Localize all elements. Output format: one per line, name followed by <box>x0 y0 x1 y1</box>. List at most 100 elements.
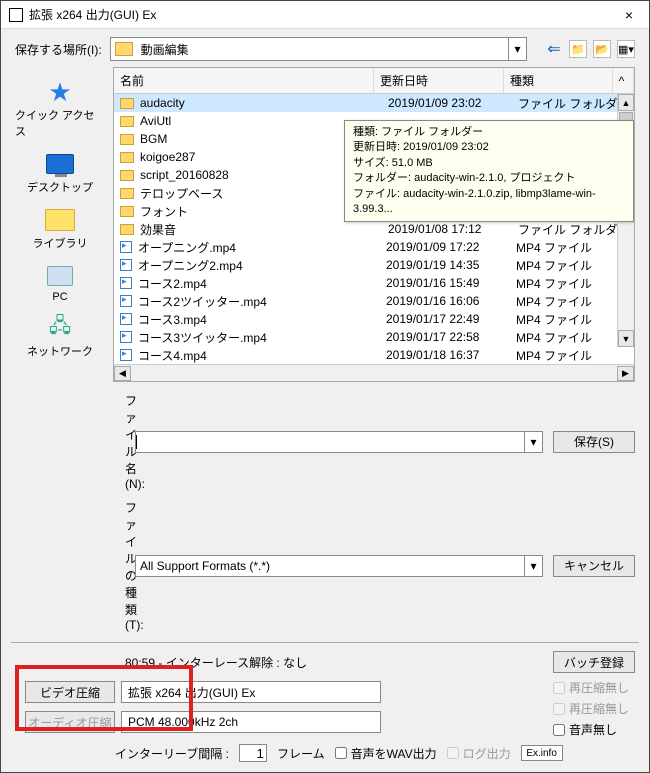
app-icon <box>9 8 23 22</box>
sidebar-desktop[interactable]: デスクトップ <box>15 147 105 199</box>
save-in-label: 保存する場所(I): <box>15 41 102 58</box>
filename-input[interactable]: ▾ <box>135 431 543 453</box>
scroll-down-button[interactable]: ▼ <box>618 330 634 347</box>
nav-icons: ⇐ 📁 📂 ▦▾ <box>535 40 635 58</box>
col-name[interactable]: 名前 <box>114 68 374 93</box>
video-compress-button[interactable]: ビデオ圧縮 <box>25 681 115 703</box>
dialog-window: 拡張 x264 出力(GUI) Ex × 保存する場所(I): 動画編集 ▾ ⇐… <box>0 0 650 773</box>
col-date[interactable]: 更新日時 <box>374 68 504 93</box>
save-in-combo[interactable]: 動画編集 ▾ <box>110 37 527 61</box>
pc-icon <box>47 266 73 286</box>
file-date: 2019/01/08 17:12 <box>388 222 518 236</box>
file-name: コース3.mp4 <box>138 311 386 328</box>
chevron-down-icon[interactable]: ▾ <box>524 432 542 452</box>
titlebar: 拡張 x264 出力(GUI) Ex × <box>1 1 649 29</box>
save-in-row: 保存する場所(I): 動画編集 ▾ ⇐ 📁 📂 ▦▾ <box>1 29 649 67</box>
scroll-right-button[interactable]: ▶ <box>617 366 634 381</box>
no-audio-check[interactable]: 音声無し <box>553 721 629 738</box>
sidebar-network[interactable]: 🖧ネットワーク <box>15 311 105 363</box>
scroll-left-button[interactable]: ◀ <box>114 366 131 381</box>
video-file-icon <box>120 331 132 343</box>
file-type: MP4 ファイル <box>516 329 628 346</box>
audio-codec-field[interactable]: PCM 48.000kHz 2ch <box>121 711 381 733</box>
file-date: 2019/01/09 17:22 <box>386 240 516 254</box>
folder-icon <box>115 42 133 56</box>
column-headers: 名前 更新日時 種類 ^ <box>114 68 634 94</box>
file-date: 2019/01/16 15:49 <box>386 276 516 290</box>
close-button[interactable]: × <box>617 7 641 23</box>
no-recompress-video-check[interactable]: 再圧縮無し <box>553 679 629 696</box>
file-date: 2019/01/17 22:58 <box>386 330 516 344</box>
file-type: MP4 ファイル <box>516 275 628 292</box>
chevron-down-icon[interactable]: ▾ <box>508 38 526 60</box>
file-date: 2019/01/17 22:49 <box>386 312 516 326</box>
horizontal-scrollbar[interactable]: ◀ ▶ <box>114 364 634 381</box>
save-button[interactable]: 保存(S) <box>553 431 635 453</box>
log-output-check[interactable]: ログ出力 <box>447 745 511 762</box>
file-name: コース2ツイッター.mp4 <box>138 293 386 310</box>
back-button[interactable]: ⇐ <box>545 40 563 58</box>
network-icon: 🖧 <box>44 315 76 341</box>
file-type: MP4 ファイル <box>516 293 628 310</box>
video-file-icon <box>120 241 132 253</box>
folder-icon <box>120 170 134 181</box>
file-name: コース4.mp4 <box>138 347 386 364</box>
file-name: 効果音 <box>140 221 388 238</box>
filetype-combo[interactable]: All Support Formats (*.*)▾ <box>135 555 543 577</box>
new-folder-button[interactable]: 📂 <box>593 40 611 58</box>
file-name: コース2.mp4 <box>138 275 386 292</box>
wav-output-check[interactable]: 音声をWAV出力 <box>335 745 437 762</box>
folder-icon <box>120 188 134 199</box>
video-file-icon <box>120 295 132 307</box>
video-codec-field[interactable]: 拡張 x264 出力(GUI) Ex <box>121 681 381 703</box>
file-row[interactable]: コース3ツイッター.mp42019/01/17 22:58MP4 ファイル <box>114 328 634 346</box>
star-icon: ★ <box>44 79 76 105</box>
file-date: 2019/01/09 23:02 <box>388 96 518 110</box>
sort-indicator[interactable]: ^ <box>612 68 630 93</box>
ex-info-button[interactable]: Ex.info <box>521 745 563 761</box>
sidebar-libraries[interactable]: ライブラリ <box>15 203 105 255</box>
file-row[interactable]: コース4.mp42019/01/18 16:37MP4 ファイル <box>114 346 634 364</box>
file-type: MP4 ファイル <box>516 257 628 274</box>
file-list[interactable]: 種類: ファイル フォルダー 更新日時: 2019/01/09 23:02 サイ… <box>114 94 634 364</box>
up-button[interactable]: 📁 <box>569 40 587 58</box>
cancel-button[interactable]: キャンセル <box>553 555 635 577</box>
video-file-icon <box>120 277 132 289</box>
body-area: ★クイック アクセス デスクトップ ライブラリ PC 🖧ネットワーク 名前 更新… <box>1 67 649 382</box>
file-date: 2019/01/19 14:35 <box>386 258 516 272</box>
file-name: コース3ツイッター.mp4 <box>138 329 386 346</box>
form-area: ファイル名(N): ▾ 保存(S) ファイルの種類(T): All Suppor… <box>1 382 649 636</box>
file-row[interactable]: 効果音2019/01/08 17:12ファイル フォルダー <box>114 220 634 238</box>
folder-icon <box>120 98 134 109</box>
file-date: 2019/01/16 16:06 <box>386 294 516 308</box>
file-row[interactable]: コース2ツイッター.mp42019/01/16 16:06MP4 ファイル <box>114 292 634 310</box>
video-file-icon <box>120 259 132 271</box>
folder-icon <box>120 116 134 127</box>
chevron-down-icon[interactable]: ▾ <box>524 556 542 576</box>
scroll-up-button[interactable]: ▲ <box>618 94 634 111</box>
batch-register-button[interactable]: バッチ登録 <box>553 651 635 673</box>
audio-compress-button[interactable]: オーディオ圧縮 <box>25 711 115 733</box>
folder-icon <box>120 152 134 163</box>
sidebar-quick-access[interactable]: ★クイック アクセス <box>15 75 105 143</box>
file-row[interactable]: コース3.mp42019/01/17 22:49MP4 ファイル <box>114 310 634 328</box>
no-recompress-audio-check[interactable]: 再圧縮無し <box>553 700 629 717</box>
tooltip: 種類: ファイル フォルダー 更新日時: 2019/01/09 23:02 サイ… <box>344 120 634 222</box>
window-title: 拡張 x264 出力(GUI) Ex <box>29 6 617 23</box>
file-type: ファイル フォルダー <box>518 95 628 112</box>
interleave-input[interactable] <box>239 744 267 762</box>
file-type: MP4 ファイル <box>516 239 628 256</box>
file-type: MP4 ファイル <box>516 311 628 328</box>
file-type: ファイル フォルダー <box>518 221 628 238</box>
file-row[interactable]: コース2.mp42019/01/16 15:49MP4 ファイル <box>114 274 634 292</box>
folder-icon <box>120 224 134 235</box>
sidebar-pc[interactable]: PC <box>15 259 105 307</box>
places-sidebar: ★クイック アクセス デスクトップ ライブラリ PC 🖧ネットワーク <box>15 67 105 382</box>
monitor-icon <box>46 154 74 174</box>
file-row[interactable]: audacity2019/01/09 23:02ファイル フォルダー <box>114 94 634 112</box>
file-date: 2019/01/18 16:37 <box>386 348 516 362</box>
view-button[interactable]: ▦▾ <box>617 40 635 58</box>
file-row[interactable]: オープニング2.mp42019/01/19 14:35MP4 ファイル <box>114 256 634 274</box>
file-row[interactable]: オープニング.mp42019/01/09 17:22MP4 ファイル <box>114 238 634 256</box>
video-file-icon <box>120 349 132 361</box>
